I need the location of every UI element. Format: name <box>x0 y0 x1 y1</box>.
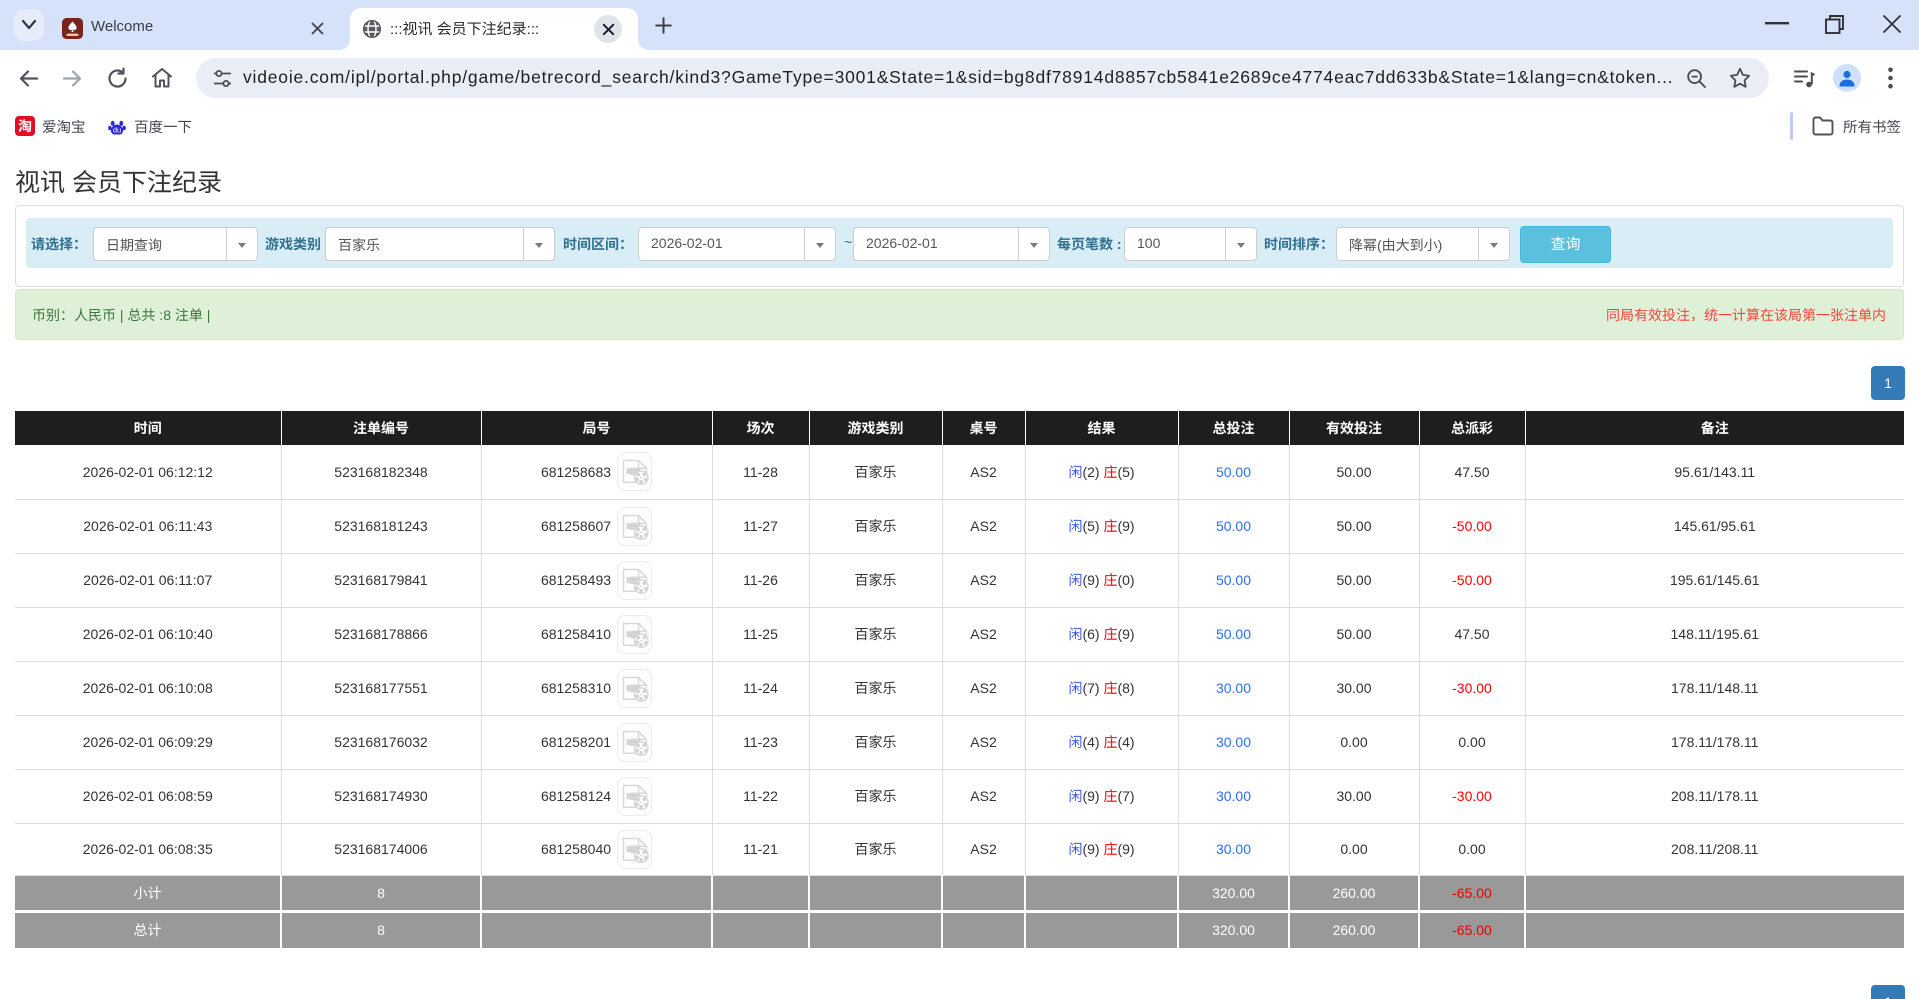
svg-text:du: du <box>113 126 121 135</box>
svg-text:淘: 淘 <box>18 116 32 136</box>
